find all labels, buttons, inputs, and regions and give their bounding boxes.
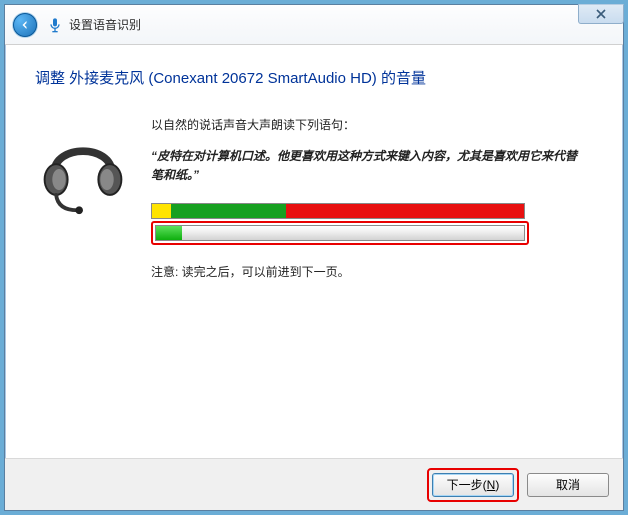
instruction-text: 以自然的说话声音大声朗读下列语句：	[151, 116, 587, 133]
next-label-prefix: 下一步(	[447, 478, 487, 492]
close-icon	[596, 9, 606, 19]
sample-sentence: “皮特在对计算机口述。他更喜欢用这种方式来键入内容，尤其是喜欢用它来代替笔和纸。…	[151, 147, 587, 185]
meter-yellow-zone	[152, 204, 171, 218]
volume-level-meter	[151, 203, 525, 219]
footer: 下一步(N) 取消	[5, 458, 623, 510]
arrow-left-icon	[19, 19, 31, 31]
titlebar: 设置语音识别	[5, 5, 623, 45]
next-button-highlight: 下一步(N)	[427, 468, 519, 502]
input-level-highlight	[151, 221, 529, 245]
window-title: 设置语音识别	[69, 16, 141, 33]
meter-red-zone	[286, 204, 524, 218]
input-level-fill	[156, 226, 182, 240]
input-level-bar	[155, 225, 525, 241]
close-button[interactable]	[578, 4, 624, 24]
back-button[interactable]	[13, 13, 37, 37]
next-button[interactable]: 下一步(N)	[432, 473, 514, 497]
note-text: 注意: 读完之后，可以前进到下一页。	[151, 263, 587, 280]
meter-green-zone	[171, 204, 286, 218]
cancel-button[interactable]: 取消	[527, 473, 609, 497]
content-area: 调整 外接麦克风 (Conexant 20672 SmartAudio HD) …	[5, 45, 623, 458]
microphone-icon	[47, 17, 63, 33]
headset-icon	[35, 120, 131, 216]
wizard-dialog: 设置语音识别 调整 外接麦克风 (Conexant 20672 SmartAud…	[4, 4, 624, 511]
page-heading: 调整 外接麦克风 (Conexant 20672 SmartAudio HD) …	[35, 67, 593, 88]
next-label-suffix: )	[495, 478, 499, 492]
